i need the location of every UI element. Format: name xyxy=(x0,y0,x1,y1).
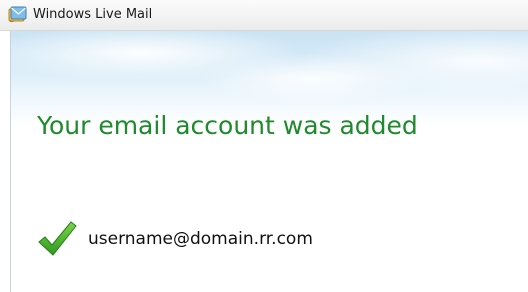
windows-live-mail-icon xyxy=(8,6,27,22)
title-bar[interactable]: Windows Live Mail xyxy=(0,0,528,31)
account-address: username@domain.rr.com xyxy=(88,229,313,249)
checkmark-icon xyxy=(38,221,77,256)
window-title: Windows Live Mail xyxy=(33,7,153,22)
client-area: Your email account was added username@do… xyxy=(10,31,528,292)
app-window: Windows Live Mail Your email account was… xyxy=(0,0,528,292)
page-title: Your email account was added xyxy=(37,111,418,140)
